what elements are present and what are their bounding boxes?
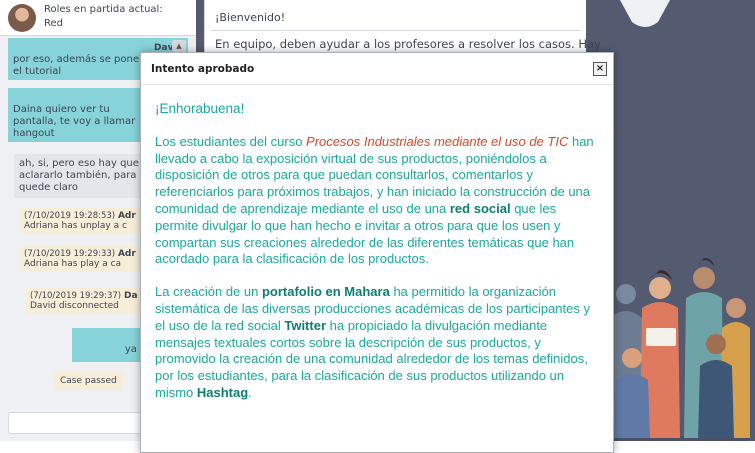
highlight-portafolio: portafolio en Mahara <box>261 284 390 300</box>
people-illustration <box>598 258 750 448</box>
congrats-heading: ¡Enhorabuena! <box>155 101 245 116</box>
divider <box>211 30 581 31</box>
welcome-text: En equipo, deben ayudar a los profesores… <box>215 37 601 51</box>
background-shape <box>620 0 670 27</box>
paragraph-1: Los estudiantes del curso Procesos Indus… <box>155 134 601 268</box>
text: La creación de un <box>155 284 262 300</box>
message-time: (7/10/2019 19:28:53) <box>24 211 116 221</box>
text: . <box>248 384 252 400</box>
paragraph-2: La creación de un portafolio en Mahara h… <box>155 284 601 402</box>
chat-header: Roles en partida actual: Red <box>0 0 196 36</box>
course-name: Procesos Industriales mediante el uso de… <box>306 133 569 149</box>
message-user: Da <box>123 291 138 301</box>
dialog-body: ¡Enhorabuena! Los estudiantes del curso … <box>155 101 601 418</box>
highlight-red-social: red social <box>449 200 511 216</box>
welcome-title: ¡Bienvenido! <box>215 11 286 24</box>
roles-label: Roles en partida actual: <box>44 4 163 15</box>
message-user: Adr <box>117 249 136 259</box>
message-time: (7/10/2019 19:29:37) <box>30 291 122 301</box>
message-time: (7/10/2019 19:29:33) <box>24 249 116 259</box>
scroll-up-button[interactable]: ▲ <box>172 40 186 52</box>
close-button[interactable]: × <box>593 62 607 76</box>
dialog-header: Intento aprobado × <box>141 53 613 85</box>
case-passed-badge: Case passed <box>54 372 123 390</box>
text: Los estudiantes del curso <box>155 133 307 149</box>
roles-value: Red <box>44 18 63 29</box>
dialog-title: Intento aprobado <box>151 63 255 75</box>
highlight-hashtag: Hashtag <box>196 384 249 400</box>
avatar <box>8 4 36 32</box>
approval-dialog: Intento aprobado × ¡Enhorabuena! Los est… <box>140 52 614 453</box>
message-user: Adr <box>117 211 136 221</box>
highlight-twitter: Twitter <box>284 317 327 333</box>
